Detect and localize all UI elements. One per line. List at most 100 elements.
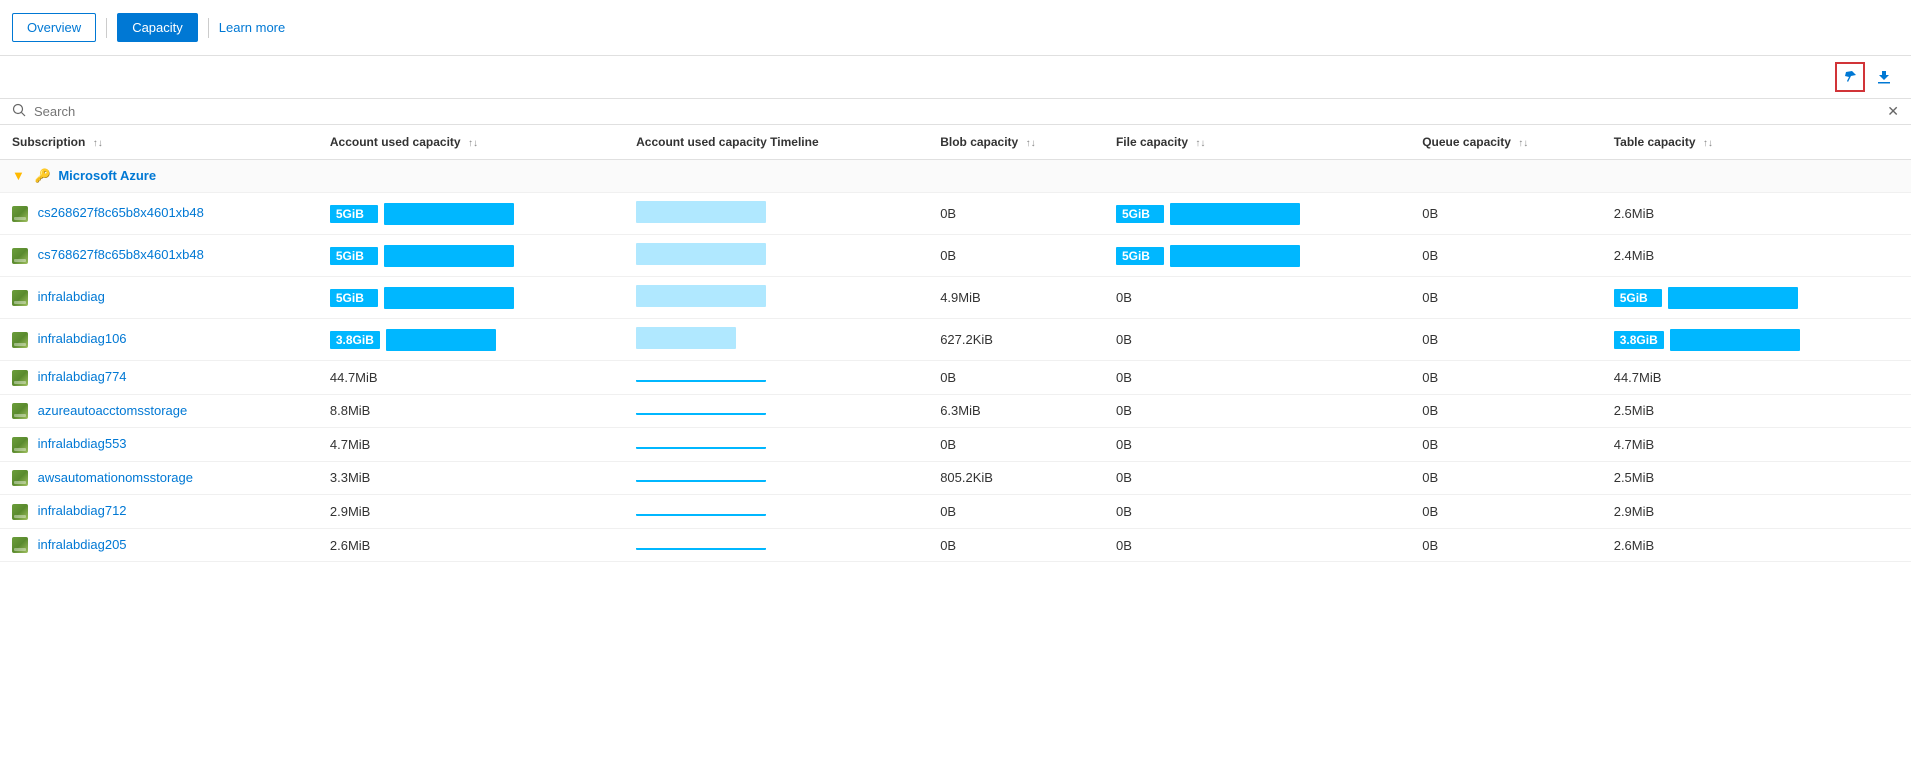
subscription-link[interactable]: infralabdiag: [38, 289, 105, 304]
table-row: infralabdiag205 2.6MiB 0B 0B 0B 2.6MiB: [0, 528, 1911, 562]
cell-queue-capacity: 0B: [1410, 235, 1602, 277]
cell-blob-capacity: 4.9MiB: [928, 277, 1104, 319]
subscription-link[interactable]: infralabdiag712: [38, 503, 127, 518]
search-icon: [12, 103, 26, 120]
cell-subscription: infralabdiag774: [0, 361, 318, 395]
cell-table-capacity: 2.5MiB: [1602, 394, 1911, 428]
col-blob-capacity: Blob capacity ↑↓: [928, 125, 1104, 160]
subscription-link[interactable]: cs768627f8c65b8x4601xb48: [38, 247, 204, 262]
storage-icon: [12, 537, 28, 553]
table-row: infralabdiag774 44.7MiB 0B 0B 0B 44.7MiB: [0, 361, 1911, 395]
subscription-link[interactable]: infralabdiag205: [38, 537, 127, 552]
cell-file-capacity: 0B: [1104, 277, 1410, 319]
cell-timeline: [624, 495, 928, 529]
subscription-link[interactable]: infralabdiag553: [38, 436, 127, 451]
cell-queue-capacity: 0B: [1410, 528, 1602, 562]
col-subscription: Subscription ↑↓: [0, 125, 318, 160]
cell-queue-capacity: 0B: [1410, 495, 1602, 529]
table-header-row: Subscription ↑↓ Account used capacity ↑↓…: [0, 125, 1911, 160]
sort-arrows-subscription[interactable]: ↑↓: [93, 138, 103, 149]
subscription-link[interactable]: infralabdiag774: [38, 369, 127, 384]
cell-subscription: infralabdiag205: [0, 528, 318, 562]
cell-timeline: [624, 277, 928, 319]
cell-subscription: cs768627f8c65b8x4601xb48: [0, 235, 318, 277]
cell-blob-capacity: 6.3MiB: [928, 394, 1104, 428]
subscription-link[interactable]: awsautomationomsstorage: [38, 470, 193, 485]
cell-table-capacity: 2.6MiB: [1602, 528, 1911, 562]
subscription-link[interactable]: azureautoacctomsstorage: [38, 403, 188, 418]
capacity-table: Subscription ↑↓ Account used capacity ↑↓…: [0, 125, 1911, 562]
cell-blob-capacity: 0B: [928, 495, 1104, 529]
sort-arrows-file[interactable]: ↑↓: [1195, 138, 1205, 149]
group-name[interactable]: Microsoft Azure: [58, 168, 156, 183]
sort-arrows-table[interactable]: ↑↓: [1703, 138, 1713, 149]
table-row: cs768627f8c65b8x4601xb48 5GiB 0B 5GiB 0B…: [0, 235, 1911, 277]
table-row: azureautoacctomsstorage 8.8MiB 6.3MiB 0B…: [0, 394, 1911, 428]
cell-queue-capacity: 0B: [1410, 319, 1602, 361]
capacity-table-container: Subscription ↑↓ Account used capacity ↑↓…: [0, 125, 1911, 562]
table-row: infralabdiag553 4.7MiB 0B 0B 0B 4.7MiB: [0, 428, 1911, 462]
table-row: infralabdiag712 2.9MiB 0B 0B 0B 2.9MiB: [0, 495, 1911, 529]
sort-arrows-queue[interactable]: ↑↓: [1518, 138, 1528, 149]
cell-subscription: awsautomationomsstorage: [0, 461, 318, 495]
cell-subscription: infralabdiag712: [0, 495, 318, 529]
storage-icon: [12, 403, 28, 419]
overview-button[interactable]: Overview: [12, 13, 96, 42]
cell-timeline: [624, 528, 928, 562]
cell-file-capacity: 0B: [1104, 394, 1410, 428]
cell-blob-capacity: 0B: [928, 361, 1104, 395]
cell-timeline: [624, 461, 928, 495]
cell-queue-capacity: 0B: [1410, 461, 1602, 495]
cell-table-capacity: 5GiB: [1602, 277, 1911, 319]
cell-timeline: [624, 319, 928, 361]
cell-account-used-capacity: 8.8MiB: [318, 394, 624, 428]
cell-timeline: [624, 428, 928, 462]
col-queue-capacity: Queue capacity ↑↓: [1410, 125, 1602, 160]
cell-subscription: cs268627f8c65b8x4601xb48: [0, 193, 318, 235]
storage-icon: [12, 437, 28, 453]
search-bar: ✕: [0, 99, 1911, 125]
search-clear-icon[interactable]: ✕: [1887, 103, 1899, 120]
download-icon[interactable]: [1869, 62, 1899, 92]
cell-queue-capacity: 0B: [1410, 394, 1602, 428]
nav-divider-2: [208, 18, 209, 38]
storage-icon: [12, 504, 28, 520]
cell-account-used-capacity: 3.3MiB: [318, 461, 624, 495]
cell-table-capacity: 2.4MiB: [1602, 235, 1911, 277]
storage-icon: [12, 290, 28, 306]
cell-account-used-capacity: 2.6MiB: [318, 528, 624, 562]
cell-blob-capacity: 805.2KiB: [928, 461, 1104, 495]
group-key-icon: 🔑: [35, 168, 51, 183]
nav-divider-1: [106, 18, 107, 38]
table-row: awsautomationomsstorage 3.3MiB 805.2KiB …: [0, 461, 1911, 495]
storage-icon: [12, 370, 28, 386]
table-row: infralabdiag 5GiB 4.9MiB 0B 0B 5GiB: [0, 277, 1911, 319]
search-input[interactable]: [34, 104, 1887, 119]
sort-arrows-auc[interactable]: ↑↓: [468, 138, 478, 149]
cell-file-capacity: 0B: [1104, 428, 1410, 462]
cell-file-capacity: 0B: [1104, 528, 1410, 562]
cell-blob-capacity: 0B: [928, 235, 1104, 277]
pin-icon[interactable]: [1835, 62, 1865, 92]
cell-blob-capacity: 0B: [928, 528, 1104, 562]
learn-more-link[interactable]: Learn more: [219, 20, 285, 35]
subscription-link[interactable]: infralabdiag106: [38, 331, 127, 346]
cell-subscription: infralabdiag106: [0, 319, 318, 361]
toolbar: [0, 56, 1911, 99]
capacity-button[interactable]: Capacity: [117, 13, 198, 42]
sort-arrows-blob[interactable]: ↑↓: [1026, 138, 1036, 149]
subscription-link[interactable]: cs268627f8c65b8x4601xb48: [38, 205, 204, 220]
cell-queue-capacity: 0B: [1410, 193, 1602, 235]
cell-account-used-capacity: 2.9MiB: [318, 495, 624, 529]
group-row-microsoft-azure: ▼ 🔑 Microsoft Azure: [0, 160, 1911, 193]
col-account-used-capacity: Account used capacity ↑↓: [318, 125, 624, 160]
storage-icon: [12, 248, 28, 264]
storage-icon: [12, 206, 28, 222]
top-navigation: Overview Capacity Learn more: [0, 0, 1911, 56]
cell-file-capacity: 0B: [1104, 495, 1410, 529]
cell-account-used-capacity: 5GiB: [318, 235, 624, 277]
storage-icon: [12, 332, 28, 348]
cell-subscription: azureautoacctomsstorage: [0, 394, 318, 428]
group-expand-arrow[interactable]: ▼: [12, 168, 25, 183]
cell-account-used-capacity: 5GiB: [318, 277, 624, 319]
